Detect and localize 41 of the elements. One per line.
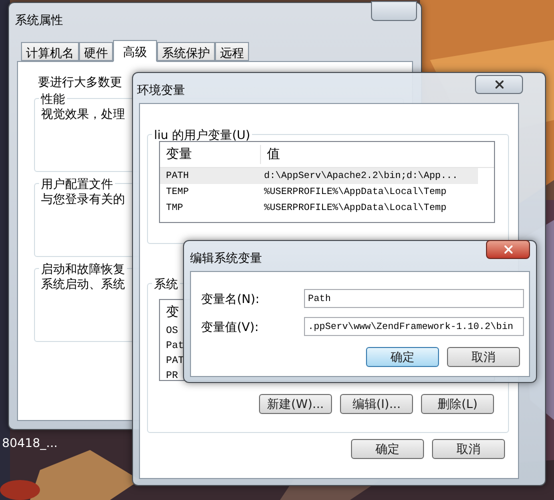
group-title: 用户配置文件	[39, 175, 115, 193]
column-header: 值	[260, 144, 280, 164]
list-row[interactable]: Pat	[166, 339, 184, 354]
window-title: 系统属性	[15, 12, 63, 29]
list-row[interactable]: OS	[166, 324, 178, 339]
tab[interactable]: 远程	[215, 42, 249, 61]
dialog-button[interactable]: 编辑(I)...	[340, 394, 413, 414]
tab[interactable]: 高级	[113, 40, 157, 62]
tab[interactable]: 硬件	[79, 42, 113, 61]
group-title: 启动和故障恢复	[39, 260, 127, 278]
close-icon	[492, 78, 506, 91]
list-row[interactable]: PATH d:\AppServ\Apache2.2\bin;d:\App...	[160, 168, 478, 184]
close-icon	[502, 243, 514, 256]
dialog-button[interactable]: 确定	[351, 439, 424, 459]
tab[interactable]: 系统保护	[157, 42, 215, 61]
input-field[interactable]: .ppServ\www\ZendFramework-1.10.2\bin	[304, 317, 524, 336]
list-row[interactable]: TMP %USERPROFILE%\AppData\Local\Temp	[160, 200, 478, 216]
field-label: 变量值(V):	[201, 318, 260, 336]
dialog-button[interactable]: 取消	[447, 347, 520, 367]
close-button[interactable]	[475, 75, 523, 94]
group-title: 性能	[39, 90, 67, 108]
group-description: 系统启动、系统	[41, 276, 125, 293]
window-title: 环境变量	[137, 82, 185, 99]
intro-text: 要进行大多数更	[38, 74, 122, 91]
dialog-button[interactable]: 删除(L)	[421, 394, 494, 414]
close-button[interactable]	[486, 240, 530, 259]
dialog-button[interactable]: 取消	[432, 439, 505, 459]
dialog-button[interactable]: 确定	[366, 347, 439, 367]
column-header: 变量	[165, 146, 193, 164]
group-description: 视觉效果，处理	[41, 106, 125, 123]
field-label: 变量名(N):	[201, 290, 260, 308]
list-row[interactable]: PAT	[166, 354, 184, 369]
list-row[interactable]: PR	[166, 369, 178, 384]
tab[interactable]: 计算机名	[21, 42, 79, 61]
dialog-button[interactable]: 新建(W)...	[259, 394, 332, 414]
window-title: 编辑系统变量	[190, 250, 262, 267]
list-row[interactable]: TEMP %USERPROFILE%\AppData\Local\Temp	[160, 184, 478, 200]
input-field[interactable]: Path	[304, 289, 524, 308]
group-description: 与您登录有关的	[41, 191, 125, 208]
column-header: 变	[165, 304, 180, 322]
desktop-icon-label: 80418_...	[2, 435, 58, 452]
